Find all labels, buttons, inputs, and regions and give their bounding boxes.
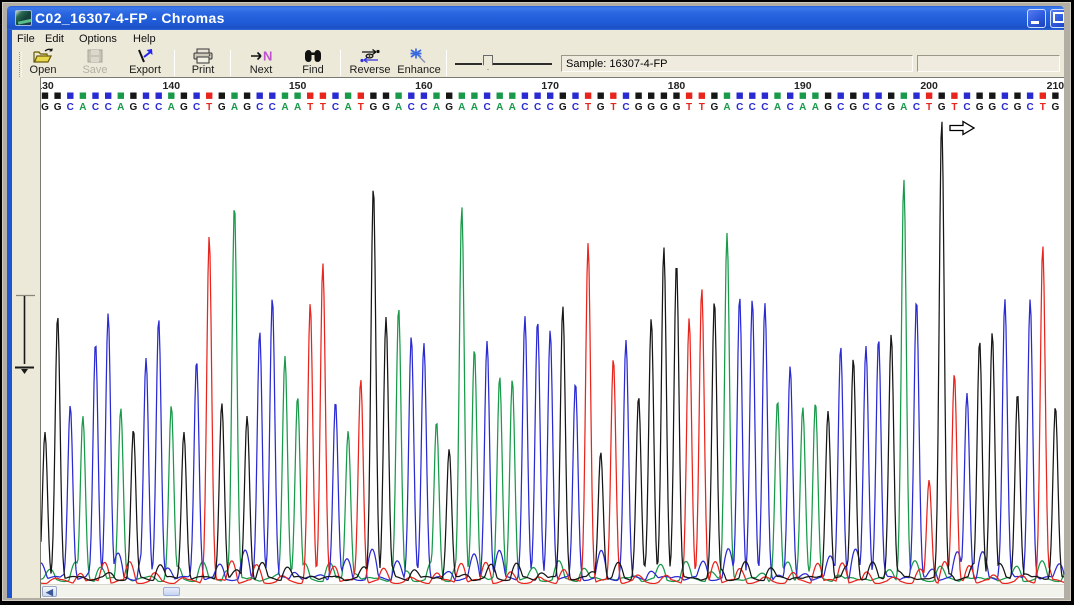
svg-text:G: G — [988, 102, 996, 113]
svg-text:A: A — [471, 102, 478, 113]
svg-text:C: C — [142, 102, 149, 113]
svg-text:C: C — [408, 102, 415, 113]
svg-text:G: G — [647, 102, 655, 113]
svg-text:C: C — [193, 102, 200, 113]
svg-text:C: C — [787, 102, 794, 113]
svg-text:C: C — [547, 102, 554, 113]
svg-text:C: C — [332, 102, 339, 113]
svg-text:A: A — [509, 102, 516, 113]
svg-text:190: 190 — [794, 80, 812, 92]
svg-text:C: C — [483, 102, 490, 113]
svg-text:A: A — [231, 102, 238, 113]
svg-text:T: T — [358, 102, 364, 113]
svg-text:T: T — [610, 102, 616, 113]
svg-text:N: N — [263, 49, 272, 64]
svg-text:G: G — [180, 102, 188, 113]
svg-text:C: C — [155, 102, 162, 113]
svg-text:T: T — [1040, 102, 1046, 113]
svg-text:C: C — [761, 102, 768, 113]
svg-text:T: T — [686, 102, 692, 113]
svg-text:C: C — [875, 102, 882, 113]
svg-text:G: G — [41, 102, 49, 113]
svg-text:C: C — [837, 102, 844, 113]
svg-text:200: 200 — [920, 80, 938, 92]
svg-text:G: G — [824, 102, 832, 113]
svg-text:C: C — [572, 102, 579, 113]
svg-text:C: C — [534, 102, 541, 113]
svg-text:C: C — [1001, 102, 1008, 113]
svg-text:A: A — [117, 102, 124, 113]
svg-text:T: T — [307, 102, 313, 113]
svg-text:G: G — [597, 102, 605, 113]
svg-text:T: T — [320, 102, 326, 113]
svg-text:C: C — [105, 102, 112, 113]
svg-text:G: G — [711, 102, 719, 113]
svg-text:A: A — [723, 102, 730, 113]
svg-text:130: 130 — [41, 80, 54, 92]
svg-text:G: G — [218, 102, 226, 113]
svg-text:140: 140 — [163, 80, 181, 92]
svg-text:G: G — [660, 102, 668, 113]
svg-text:A: A — [496, 102, 503, 113]
svg-text:A: A — [812, 102, 819, 113]
svg-text:180: 180 — [668, 80, 686, 92]
svg-text:C: C — [862, 102, 869, 113]
svg-text:210: 210 — [1047, 80, 1065, 92]
svg-text:A: A — [79, 102, 86, 113]
svg-text:A: A — [774, 102, 781, 113]
svg-text:G: G — [673, 102, 681, 113]
svg-text:170: 170 — [541, 80, 559, 92]
svg-text:A: A — [344, 102, 351, 113]
svg-text:160: 160 — [415, 80, 433, 92]
svg-text:A: A — [281, 102, 288, 113]
svg-text:G: G — [445, 102, 453, 113]
svg-text:C: C — [521, 102, 528, 113]
svg-text:C: C — [420, 102, 427, 113]
svg-text:A: A — [458, 102, 465, 113]
svg-text:A: A — [395, 102, 402, 113]
svg-text:G: G — [635, 102, 643, 113]
svg-text:T: T — [585, 102, 591, 113]
svg-text:G: G — [559, 102, 567, 113]
svg-text:G: G — [849, 102, 857, 113]
svg-text:A: A — [294, 102, 301, 113]
svg-text:150: 150 — [289, 80, 307, 92]
svg-text:G: G — [54, 102, 62, 113]
svg-text:G: G — [938, 102, 946, 113]
svg-text:G: G — [370, 102, 378, 113]
svg-text:A: A — [433, 102, 440, 113]
svg-text:A: A — [168, 102, 175, 113]
svg-text:C: C — [913, 102, 920, 113]
svg-text:G: G — [887, 102, 895, 113]
svg-text:G: G — [382, 102, 390, 113]
svg-text:G: G — [130, 102, 138, 113]
svg-text:C: C — [256, 102, 263, 113]
svg-text:C: C — [67, 102, 74, 113]
svg-text:A: A — [900, 102, 907, 113]
svg-text:C: C — [92, 102, 99, 113]
svg-text:C: C — [736, 102, 743, 113]
svg-text:C: C — [1026, 102, 1033, 113]
svg-text:C: C — [269, 102, 276, 113]
svg-text:C: C — [749, 102, 756, 113]
svg-text:T: T — [699, 102, 705, 113]
svg-text:T: T — [206, 102, 212, 113]
svg-text:T: T — [951, 102, 957, 113]
svg-text:G: G — [976, 102, 984, 113]
svg-text:C: C — [622, 102, 629, 113]
svg-text:G: G — [243, 102, 251, 113]
svg-text:G: G — [1052, 102, 1060, 113]
svg-text:C: C — [963, 102, 970, 113]
svg-text:A: A — [799, 102, 806, 113]
svg-text:T: T — [926, 102, 932, 113]
svg-text:G: G — [1014, 102, 1022, 113]
